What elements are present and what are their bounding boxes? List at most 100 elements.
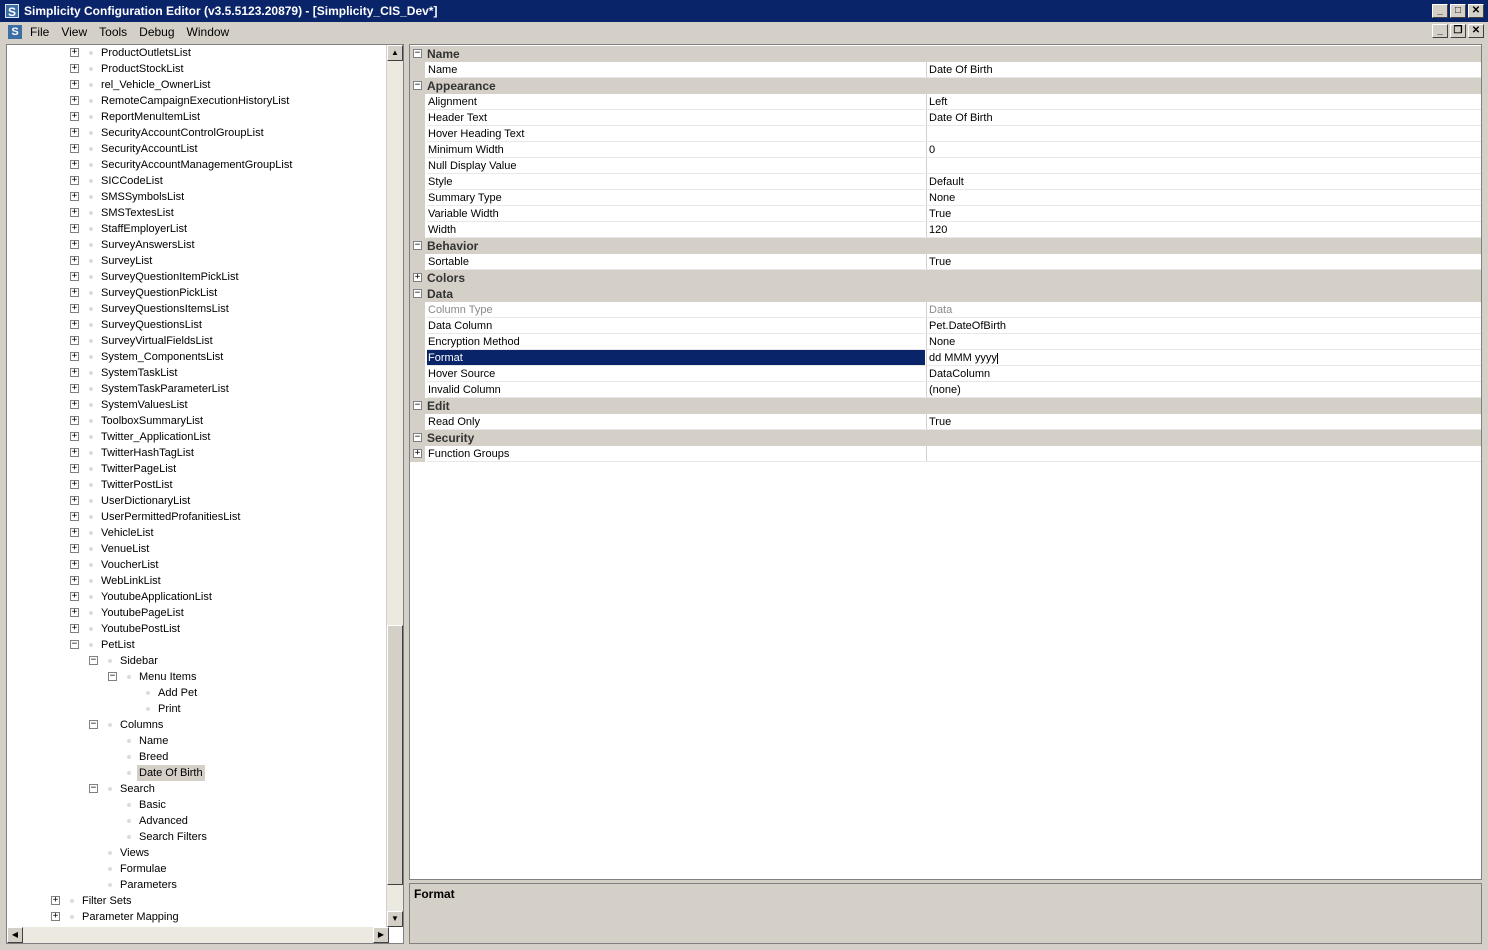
child-restore-icon[interactable]: ❐ (1450, 24, 1466, 38)
property-name[interactable]: Encryption Method (427, 334, 925, 350)
expand-icon[interactable]: + (70, 208, 79, 217)
tree-item[interactable]: + SICCodeList (7, 173, 387, 189)
tree-item[interactable]: + ProductStockList (7, 61, 387, 77)
property-name[interactable]: Style (427, 174, 925, 190)
tree-item-label[interactable]: SurveyQuestionItemPickList (99, 269, 241, 285)
expand-icon[interactable]: + (70, 528, 79, 537)
property-row[interactable]: Hover Heading Text (410, 126, 1481, 142)
expand-icon[interactable]: + (70, 192, 79, 201)
tree-item[interactable]: + TwitterPostList (7, 477, 387, 493)
close-icon[interactable]: ✕ (1468, 4, 1484, 18)
menu-debug[interactable]: Debug (139, 25, 174, 39)
tree-item[interactable]: + SurveyVirtualFieldsList (7, 333, 387, 349)
tree-item[interactable]: + SecurityAccountList (7, 141, 387, 157)
expand-icon[interactable]: + (70, 384, 79, 393)
expand-icon[interactable]: + (70, 368, 79, 377)
tree-item[interactable]: + SurveyQuestionsList (7, 317, 387, 333)
menu-file[interactable]: File (30, 25, 49, 39)
tree-item-label[interactable]: TwitterPageList (99, 461, 178, 477)
tree-item[interactable]: + ToolboxSummaryList (7, 413, 387, 429)
property-name[interactable]: Invalid Column (427, 382, 925, 398)
collapse-icon[interactable]: − (108, 672, 117, 681)
tree-item-label[interactable]: System_ComponentsList (99, 349, 225, 365)
tree-item-label[interactable]: Parameter Mapping (80, 909, 181, 925)
tree-vertical-scrollbar[interactable]: ▲ ▼ (386, 45, 403, 927)
tree-item[interactable]: − Search (7, 781, 387, 797)
expand-icon[interactable]: + (70, 288, 79, 297)
expand-icon[interactable]: + (70, 256, 79, 265)
collapse-icon[interactable]: − (413, 241, 422, 250)
tree-item[interactable]: + SystemValuesList (7, 397, 387, 413)
property-name[interactable]: Sortable (427, 254, 925, 270)
tree-item-label[interactable]: StaffEmployerList (99, 221, 189, 237)
tree-item[interactable]: − Sidebar (7, 653, 387, 669)
property-value[interactable]: True (926, 254, 1481, 270)
scroll-up-icon[interactable]: ▲ (387, 45, 403, 61)
maximize-icon[interactable]: □ (1450, 4, 1466, 18)
property-category[interactable]: − Data (410, 286, 1481, 302)
property-value[interactable] (926, 446, 1481, 462)
tree-item-label[interactable]: SurveyVirtualFieldsList (99, 333, 215, 349)
property-value[interactable]: Date Of Birth (926, 62, 1481, 78)
tree-item[interactable]: + SMSTextesList (7, 205, 387, 221)
expand-icon[interactable]: + (70, 144, 79, 153)
expand-icon[interactable]: + (70, 448, 79, 457)
tree-item-label[interactable]: VehicleList (99, 525, 156, 541)
property-name[interactable]: Read Only (427, 414, 925, 430)
document-icon[interactable]: S (8, 25, 22, 39)
expand-icon[interactable]: + (70, 272, 79, 281)
expand-icon[interactable]: + (70, 176, 79, 185)
expand-icon[interactable]: + (70, 432, 79, 441)
tree-item[interactable]: + Parameter Mapping (7, 909, 387, 925)
tree-item-label[interactable]: SecurityAccountControlGroupList (99, 125, 266, 141)
expand-icon[interactable]: + (70, 544, 79, 553)
child-close-icon[interactable]: ✕ (1468, 24, 1484, 38)
expand-icon[interactable]: + (70, 96, 79, 105)
property-name[interactable]: Name (427, 62, 925, 78)
expand-icon[interactable]: + (70, 592, 79, 601)
tree-item-label[interactable]: UserPermittedProfanitiesList (99, 509, 242, 525)
tree-item-label[interactable]: Add Pet (156, 685, 199, 701)
property-row[interactable]: Name Date Of Birth (410, 62, 1481, 78)
tree-item-label[interactable]: Search Filters (137, 829, 209, 845)
property-row[interactable]: Summary Type None (410, 190, 1481, 206)
expand-icon[interactable]: + (413, 449, 422, 458)
property-name[interactable]: Hover Heading Text (427, 126, 925, 142)
property-name[interactable]: Function Groups (427, 446, 925, 462)
menu-window[interactable]: Window (187, 25, 230, 39)
expand-icon[interactable]: + (70, 576, 79, 585)
property-value[interactable]: None (926, 334, 1481, 350)
tree-item[interactable]: + SystemTaskParameterList (7, 381, 387, 397)
tree-item-label[interactable]: VoucherList (99, 557, 160, 573)
property-value[interactable] (926, 158, 1481, 174)
tree-item[interactable]: Date Of Birth (7, 765, 387, 781)
tree-item-label[interactable]: Basic (137, 797, 168, 813)
collapse-icon[interactable]: − (70, 640, 79, 649)
tree-item-label[interactable]: SICCodeList (99, 173, 165, 189)
property-row[interactable]: Hover Source DataColumn (410, 366, 1481, 382)
tree-item-label[interactable]: SurveyQuestionPickList (99, 285, 219, 301)
tree-item[interactable]: + TwitterPageList (7, 461, 387, 477)
expand-icon[interactable]: + (413, 273, 422, 282)
tree-item[interactable]: Add Pet (7, 685, 387, 701)
tree-item[interactable]: Search Filters (7, 829, 387, 845)
expand-icon[interactable]: + (70, 496, 79, 505)
minimize-icon[interactable]: _ (1432, 4, 1448, 18)
tree-item[interactable]: + SystemTaskList (7, 365, 387, 381)
tree-item[interactable]: + YoutubeApplicationList (7, 589, 387, 605)
expand-icon[interactable]: + (70, 560, 79, 569)
scroll-left-icon[interactable]: ◀ (7, 927, 23, 943)
app-logo-icon[interactable]: S (5, 4, 19, 19)
tree-item[interactable]: Basic (7, 797, 387, 813)
property-name[interactable]: Summary Type (427, 190, 925, 206)
tree-item-label[interactable]: VenueList (99, 541, 151, 557)
expand-icon[interactable]: + (70, 400, 79, 409)
tree-item-label[interactable]: SecurityAccountList (99, 141, 200, 157)
tree-item[interactable]: + ReportMenuItemList (7, 109, 387, 125)
tree-item-label[interactable]: Date Of Birth (137, 765, 205, 781)
tree-item-label[interactable]: Breed (137, 749, 170, 765)
tree-item-label[interactable]: TwitterHashTagList (99, 445, 196, 461)
property-name[interactable]: Header Text (427, 110, 925, 126)
tree-item[interactable]: + WebLinkList (7, 573, 387, 589)
tree-item-label[interactable]: RemoteCampaignExecutionHistoryList (99, 93, 291, 109)
